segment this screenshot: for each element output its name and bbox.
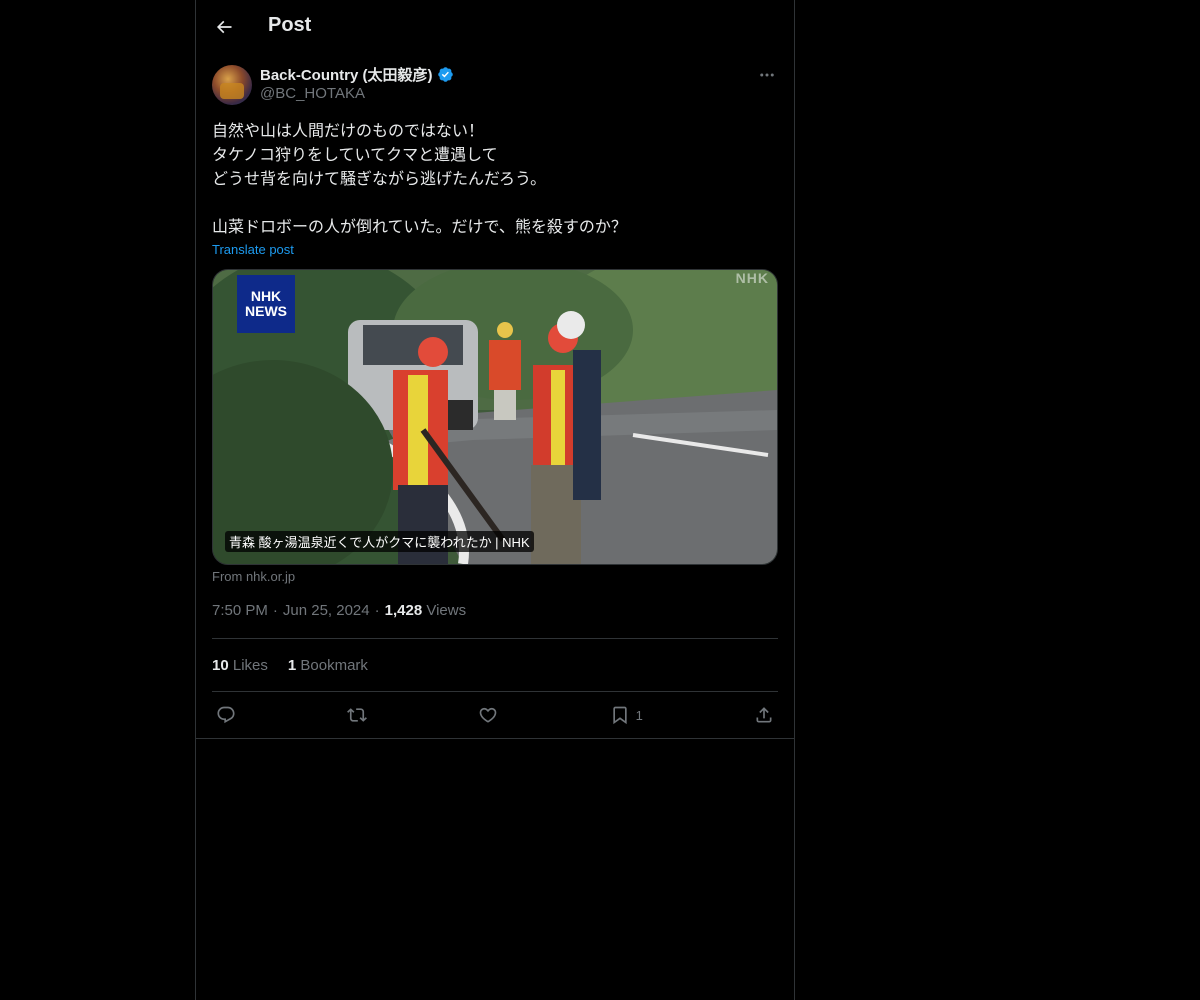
- repost-button[interactable]: [347, 705, 368, 725]
- nhk-watermark: NHK: [735, 270, 769, 286]
- author-display-name[interactable]: Back-Country (太田毅彦): [260, 64, 433, 85]
- views-count: 1,428: [384, 602, 423, 619]
- action-bar: 1: [212, 692, 778, 738]
- post-stats: 10 Likes 1 Bookmark: [212, 639, 778, 692]
- meta-separator: ·: [374, 602, 380, 619]
- nhk-news-logo: NHK NEWS: [237, 275, 295, 333]
- more-horizontal-icon: [760, 73, 774, 77]
- more-options-button[interactable]: [756, 64, 778, 86]
- name-line: Back-Country (太田毅彦): [260, 64, 454, 85]
- bookmark-icon: [612, 706, 627, 725]
- bookmarks-stat[interactable]: 1 Bookmark: [288, 657, 368, 674]
- verified-badge-icon: [437, 67, 453, 82]
- link-source[interactable]: From nhk.or.jp: [212, 569, 778, 584]
- author-row: Back-Country (太田毅彦) @BC_HOTAKA: [212, 64, 778, 120]
- page-title: Post: [268, 14, 312, 36]
- nhk-logo-line1: NHK: [250, 288, 282, 304]
- news-photo: [213, 270, 777, 564]
- nhk-logo-line2: NEWS: [245, 303, 287, 319]
- share-button[interactable]: [754, 705, 774, 725]
- post-date[interactable]: Jun 25, 2024: [283, 602, 370, 619]
- post-bottom-divider: [196, 738, 794, 739]
- likes-stat[interactable]: 10 Likes: [212, 657, 268, 674]
- meta-separator: ·: [272, 602, 278, 619]
- post-article: Back-Country (太田毅彦) @BC_HOTAKA 自然や山は人間だけ…: [196, 64, 794, 739]
- arrow-left-icon: [216, 20, 232, 34]
- repost-icon: [347, 708, 368, 722]
- page-header: Post: [196, 0, 794, 54]
- post-time[interactable]: 7:50 PM: [212, 602, 268, 619]
- bookmarks-count: 1: [287, 656, 297, 674]
- likes-count: 10: [212, 656, 229, 674]
- reply-button[interactable]: [216, 705, 236, 725]
- main-column: Post Back-Country (太田毅彦) @BC_HOTAKA 自然や山…: [195, 0, 795, 1000]
- views-label: Views: [426, 602, 467, 619]
- bookmark-button[interactable]: 1: [610, 705, 643, 725]
- share-icon: [756, 707, 772, 723]
- translate-post-link[interactable]: Translate post: [212, 242, 294, 257]
- reply-icon: [217, 706, 235, 724]
- like-button[interactable]: [478, 705, 498, 725]
- author-handle[interactable]: @BC_HOTAKA: [260, 85, 365, 102]
- avatar[interactable]: [212, 65, 252, 105]
- heart-icon: [480, 707, 497, 723]
- likes-label: Likes: [232, 656, 268, 674]
- back-button[interactable]: [210, 13, 238, 41]
- link-card-caption: 青森 酸ヶ湯温泉近くで人がクマに襲われたか | NHK: [225, 531, 534, 552]
- bookmarks-label: Bookmark: [300, 656, 368, 674]
- link-card-media[interactable]: NHK NEWS NHK 青森 酸ヶ湯温泉近くで人がクマに襲われたか | NHK: [212, 269, 778, 565]
- post-meta: 7:50 PM · Jun 25, 2024 · 1,428 Views: [212, 602, 778, 639]
- bookmark-count: 1: [635, 707, 643, 723]
- post-text: 自然や山は人間だけのものではない！ タケノコ狩りをしていてクマと遭遇して どうせ…: [212, 123, 627, 236]
